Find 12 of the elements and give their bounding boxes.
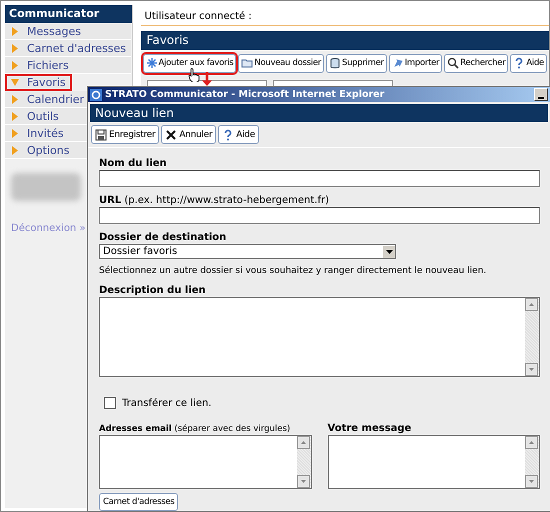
logged-in-user-label: Utilisateur connecté : bbox=[140, 9, 549, 26]
help-text: Sélectionnez un autre dossier si vous souhaitez y ranger directement le nouveau lien. bbox=[99, 265, 488, 277]
field-label: URL (p.ex. http://www.strato-hebergement.fr) bbox=[99, 195, 330, 207]
sidebar-title: Communicator bbox=[5, 5, 132, 23]
checkbox-label: Transférer ce lien. bbox=[122, 398, 212, 408]
field-label: Dossier de destination bbox=[99, 232, 228, 244]
field-label: Adresses email (séparer avec des virgules) bbox=[99, 423, 292, 435]
field-label: Votre message bbox=[328, 423, 412, 435]
field-label: Description du lien bbox=[99, 285, 207, 297]
field-label: Nom du lien bbox=[99, 158, 168, 170]
section-title: Favoris bbox=[140, 31, 549, 50]
dialog-heading: Nouveau lien bbox=[90, 104, 548, 122]
